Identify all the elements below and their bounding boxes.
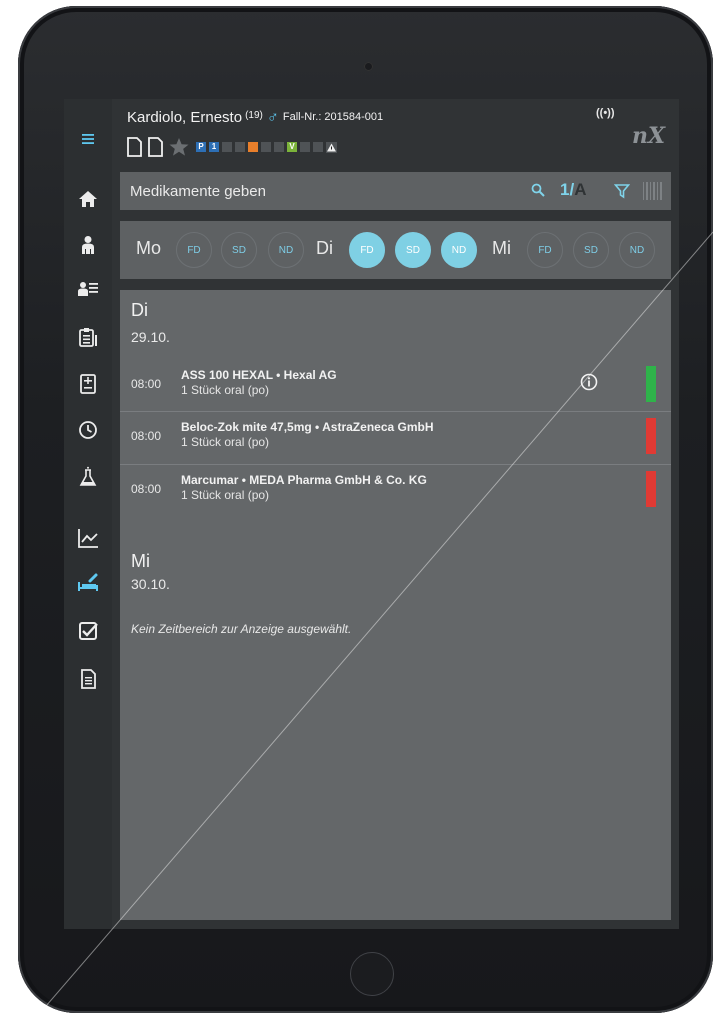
status-square [300,142,310,152]
page-title: Medikamente geben [130,183,266,200]
status-indicator-red [646,471,656,507]
patient-header: Kardiolo, Ernesto (19) ♂ Fall-Nr.: 201584-0… [127,109,383,127]
camera [364,62,373,71]
star-icon[interactable] [168,137,190,157]
view-toggle-number: 1/ [560,180,575,199]
shift-mi-fd[interactable]: FD [527,232,563,268]
patient-age: (19) [245,110,263,121]
medication-row[interactable]: 08:00 Marcumar • MEDA Pharma GmbH & Co. … [120,464,671,511]
search-icon[interactable] [530,182,546,198]
sidebar [64,99,112,929]
med-name: ASS 100 HEXAL • Hexal AG [181,368,337,382]
signal-icon: ((•)) [596,107,615,119]
medication-row[interactable]: 08:00 ASS 100 HEXAL • Hexal AG 1 Stück o… [120,360,671,406]
medication-row[interactable]: 08:00 Beloc-Zok mite 47,5mg • AstraZenec… [120,411,671,458]
status-square [261,142,271,152]
status-square [235,142,245,152]
shift-mi-sd[interactable]: SD [573,232,609,268]
view-toggle-letter: A [574,180,587,199]
case-number: Fall-Nr.: 201584-001 [282,111,384,123]
day-date: 29.10. [131,329,170,345]
shift-di-fd[interactable]: FD [349,232,385,268]
med-dose: 1 Stück oral (po) [181,383,270,397]
view-toggle[interactable]: 1/A [560,180,586,200]
shift-mi-nd[interactable]: ND [619,232,655,268]
status-indicator-green [646,366,656,402]
lab-flask-icon[interactable] [74,463,102,491]
male-gender-icon: ♂ [266,109,279,126]
chart-icon[interactable] [74,524,102,552]
day-date: 30.10. [131,576,170,592]
document-outline-icon[interactable] [147,137,164,157]
clock-icon[interactable] [74,416,102,444]
patient-list-icon[interactable] [74,276,102,304]
medication-bed-icon[interactable] [74,569,102,597]
med-time: 08:00 [131,429,162,443]
patient-icon[interactable] [74,231,102,259]
warning-icon [326,141,337,153]
empty-message: Kein Zeitbereich zur Anzeige ausgewählt. [131,622,352,636]
med-name: Beloc-Zok mite 47,5mg • AstraZeneca GmbH [181,420,434,434]
menu-icon[interactable] [74,125,102,153]
shift-mo-fd[interactable]: FD [176,232,212,268]
medication-schedule: Di 29.10. 08:00 ASS 100 HEXAL • Hexal AG… [120,290,671,920]
day-label-mi: Mi [492,238,511,258]
info-icon[interactable] [580,373,598,391]
day-heading: Mi [131,551,150,571]
shift-di-sd[interactable]: SD [395,232,431,268]
toolbar: Medikamente geben 1/A [120,172,671,210]
clipboard-icon[interactable] [74,323,102,351]
shift-mo-nd[interactable]: ND [268,232,304,268]
status-row: P 1 V [126,136,337,158]
status-square [274,142,284,152]
med-dose: 1 Stück oral (po) [181,435,270,449]
shift-selector: Mo FD SD ND Di FD SD ND Mi FD SD ND [120,221,671,279]
shift-mo-sd[interactable]: SD [221,232,257,268]
status-square [313,142,323,152]
barcode-icon[interactable] [643,182,663,200]
day-label-mo: Mo [136,238,162,258]
med-time: 08:00 [131,377,162,391]
day-heading: Di [131,300,148,320]
status-badge-1: 1 [209,142,219,152]
status-badge-p: P [196,142,206,152]
status-square [222,142,232,152]
day-label-di: Di [316,238,333,258]
status-badge-v: V [287,142,297,152]
filter-icon[interactable] [614,183,630,199]
app-screen: Kardiolo, Ernesto (19) ♂ Fall-Nr.: 201584-0… [64,99,679,929]
checkbox-icon[interactable] [74,617,102,645]
app-logo: nX [632,123,666,149]
patient-name: Kardiolo, Ernesto [127,109,243,126]
med-name: Marcumar • MEDA Pharma GmbH & Co. KG [181,473,427,487]
document-outline-icon[interactable] [126,137,143,157]
document-icon[interactable] [74,665,102,693]
home-icon[interactable] [74,185,102,213]
med-dose: 1 Stück oral (po) [181,488,270,502]
med-time: 08:00 [131,482,162,496]
calculator-icon[interactable] [74,370,102,398]
status-indicator-red [646,418,656,454]
home-button[interactable] [350,952,394,996]
status-square-orange [248,142,258,152]
shift-di-nd[interactable]: ND [441,232,477,268]
